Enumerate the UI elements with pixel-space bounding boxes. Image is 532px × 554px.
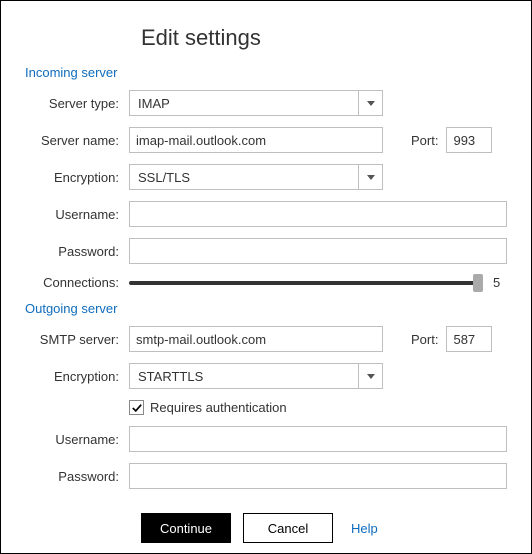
page-title: Edit settings — [141, 25, 507, 51]
incoming-password-input[interactable] — [129, 238, 507, 264]
outgoing-port-label: Port: — [411, 332, 438, 347]
connections-value: 5 — [493, 275, 507, 290]
requires-auth-checkbox[interactable] — [129, 400, 144, 415]
incoming-encryption-select[interactable]: SSL/TLS — [129, 164, 383, 190]
incoming-password-label: Password: — [25, 244, 129, 259]
server-name-label: Server name: — [25, 133, 129, 148]
server-type-label: Server type: — [25, 96, 129, 111]
incoming-encryption-value: SSL/TLS — [130, 170, 358, 185]
incoming-port-label: Port: — [411, 133, 438, 148]
smtp-server-label: SMTP server: — [25, 332, 129, 347]
incoming-username-label: Username: — [25, 207, 129, 222]
server-type-value: IMAP — [130, 96, 358, 111]
incoming-encryption-dropdown-button[interactable] — [358, 165, 382, 189]
smtp-server-input[interactable] — [129, 326, 383, 352]
incoming-username-input[interactable] — [129, 201, 507, 227]
outgoing-encryption-value: STARTTLS — [130, 369, 358, 384]
requires-auth-label: Requires authentication — [150, 400, 287, 415]
chevron-down-icon — [367, 101, 375, 106]
incoming-encryption-label: Encryption: — [25, 170, 129, 185]
outgoing-password-label: Password: — [25, 469, 129, 484]
outgoing-username-label: Username: — [25, 432, 129, 447]
server-name-input[interactable] — [129, 127, 383, 153]
chevron-down-icon — [367, 175, 375, 180]
outgoing-encryption-select[interactable]: STARTTLS — [129, 363, 383, 389]
outgoing-encryption-label: Encryption: — [25, 369, 129, 384]
outgoing-password-input[interactable] — [129, 463, 507, 489]
incoming-header: Incoming server — [25, 65, 507, 80]
continue-button[interactable]: Continue — [141, 513, 231, 543]
server-type-select[interactable]: IMAP — [129, 90, 383, 116]
help-link[interactable]: Help — [351, 521, 378, 536]
outgoing-header: Outgoing server — [25, 301, 507, 316]
check-icon — [132, 403, 142, 413]
outgoing-encryption-dropdown-button[interactable] — [358, 364, 382, 388]
connections-label: Connections: — [25, 275, 129, 290]
settings-dialog: Edit settings Incoming server Server typ… — [0, 0, 532, 554]
outgoing-port-input[interactable] — [446, 326, 492, 352]
cancel-button[interactable]: Cancel — [243, 513, 333, 543]
connections-slider[interactable] — [129, 281, 483, 285]
outgoing-username-input[interactable] — [129, 426, 507, 452]
chevron-down-icon — [367, 374, 375, 379]
incoming-port-input[interactable] — [446, 127, 492, 153]
server-type-dropdown-button[interactable] — [358, 91, 382, 115]
